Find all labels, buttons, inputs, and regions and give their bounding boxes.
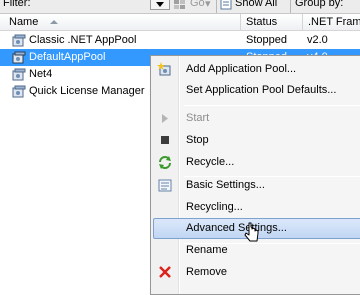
toolbar-divider [216,0,217,13]
column-header-framework[interactable]: .NET Frame [303,14,360,31]
show-all-icon [220,0,232,10]
app-pool-row[interactable]: Classic .NET AppPool Stopped v2.0 [0,32,360,49]
sort-ascending-icon [50,20,58,24]
menu-item-label: Recycle... [186,156,235,168]
app-pool-name: DefaultAppPool [29,51,106,63]
app-pool-icon [12,68,26,81]
menu-item-recycle[interactable]: Recycle... [153,152,360,173]
list-header: Name Status .NET Frame [0,14,360,31]
app-pool-name: Classic .NET AppPool [29,34,137,46]
menu-item-remove[interactable]: Remove [153,262,360,283]
show-all-button[interactable]: Show All [235,0,277,9]
filter-dropdown-button[interactable] [150,0,170,10]
menu-item-start[interactable]: Start [153,108,360,129]
toolbar: Filter: Go ▾ Show All Group by: [0,0,360,14]
menu-item-label: Basic Settings... [186,179,265,191]
add-app-pool-icon [157,62,173,77]
menu-item-set-defaults[interactable]: Set Application Pool Defaults... [153,80,360,101]
mouse-pointer-icon [244,221,262,245]
app-pool-icon [12,85,26,98]
menu-separator [184,105,360,106]
menu-item-stop[interactable]: Stop [153,130,360,151]
app-pool-status: Stopped [246,34,287,46]
column-header-status-label: Status [246,16,278,28]
settings-sheet-icon [157,178,173,193]
go-icon [173,0,186,10]
column-header-framework-label: .NET Frame [308,16,360,28]
menu-item-label: Stop [186,134,209,146]
remove-x-icon [157,265,173,280]
group-by-label: Group by: [295,0,344,9]
column-header-name[interactable]: Name [0,14,241,31]
app-pool-framework: v2.0 [307,34,328,46]
menu-item-label: Set Application Pool Defaults... [186,84,337,96]
toolbar-divider [290,0,291,13]
app-pool-icon [12,51,26,64]
menu-item-label: Recycling... [186,201,243,213]
play-icon [157,111,173,126]
column-header-name-label: Name [9,16,39,28]
menu-item-recycling[interactable]: Recycling... [153,197,360,218]
menu-item-label: Rename [186,244,228,256]
column-header-status[interactable]: Status [241,14,303,31]
app-pool-name: Net4 [29,68,53,80]
menu-item-label: Remove [186,266,227,278]
menu-item-label: Add Application Pool... [186,63,297,75]
app-pool-icon [12,34,26,47]
menu-item-basic-settings[interactable]: Basic Settings... [153,175,360,196]
context-menu: Add Application Pool... Set Application … [150,55,360,295]
go-button[interactable]: Go [190,0,205,9]
go-chevron-down-icon[interactable]: ▾ [205,0,211,10]
stop-icon [157,133,173,148]
filter-label: Filter: [3,0,31,9]
menu-item-label: Start [186,112,210,124]
menu-item-add-application-pool[interactable]: Add Application Pool... [153,59,360,80]
menu-item-label: Advanced Settings... [186,222,287,234]
recycle-icon [157,155,173,170]
app-pool-name: Quick License Manager [29,85,145,97]
